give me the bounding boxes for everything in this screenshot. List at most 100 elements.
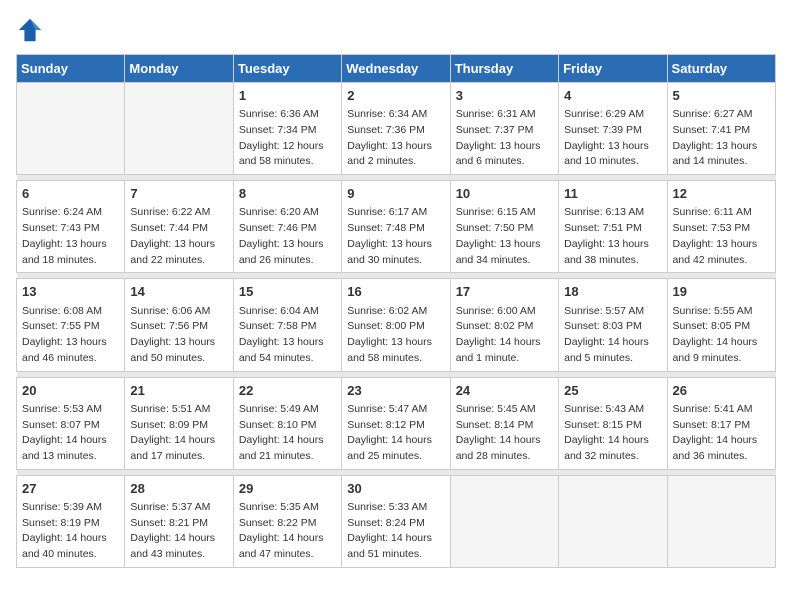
calendar-cell: 10 Sunrise: 6:15 AM Sunset: 7:50 PM Dayli… [450,181,558,273]
day-number: 20 [22,382,119,400]
day-info: Sunrise: 6:04 AM Sunset: 7:58 PM Dayligh… [239,304,336,367]
calendar-cell: 3 Sunrise: 6:31 AM Sunset: 7:37 PM Daylig… [450,83,558,175]
day-number: 15 [239,283,336,301]
day-number: 18 [564,283,661,301]
day-number: 1 [239,87,336,105]
day-info: Sunrise: 6:17 AM Sunset: 7:48 PM Dayligh… [347,205,444,268]
calendar-cell: 22 Sunrise: 5:49 AM Sunset: 8:10 PM Dayli… [233,377,341,469]
day-info: Sunrise: 6:11 AM Sunset: 7:53 PM Dayligh… [673,205,770,268]
day-number: 6 [22,185,119,203]
weekday-header-friday: Friday [559,55,667,83]
calendar-cell: 26 Sunrise: 5:41 AM Sunset: 8:17 PM Dayli… [667,377,775,469]
day-number: 16 [347,283,444,301]
day-number: 10 [456,185,553,203]
calendar-cell: 21 Sunrise: 5:51 AM Sunset: 8:09 PM Dayli… [125,377,233,469]
calendar-cell: 13 Sunrise: 6:08 AM Sunset: 7:55 PM Dayli… [17,279,125,371]
calendar-cell: 30 Sunrise: 5:33 AM Sunset: 8:24 PM Dayli… [342,475,450,567]
day-info: Sunrise: 5:53 AM Sunset: 8:07 PM Dayligh… [22,402,119,465]
day-info: Sunrise: 5:43 AM Sunset: 8:15 PM Dayligh… [564,402,661,465]
day-info: Sunrise: 6:27 AM Sunset: 7:41 PM Dayligh… [673,107,770,170]
day-number: 4 [564,87,661,105]
calendar-cell [559,475,667,567]
day-info: Sunrise: 6:34 AM Sunset: 7:36 PM Dayligh… [347,107,444,170]
day-info: Sunrise: 5:49 AM Sunset: 8:10 PM Dayligh… [239,402,336,465]
calendar-cell: 27 Sunrise: 5:39 AM Sunset: 8:19 PM Dayli… [17,475,125,567]
day-number: 29 [239,480,336,498]
calendar-cell: 20 Sunrise: 5:53 AM Sunset: 8:07 PM Dayli… [17,377,125,469]
day-info: Sunrise: 5:35 AM Sunset: 8:22 PM Dayligh… [239,500,336,563]
calendar-cell: 16 Sunrise: 6:02 AM Sunset: 8:00 PM Dayli… [342,279,450,371]
day-number: 7 [130,185,227,203]
calendar-cell: 24 Sunrise: 5:45 AM Sunset: 8:14 PM Dayli… [450,377,558,469]
day-info: Sunrise: 6:13 AM Sunset: 7:51 PM Dayligh… [564,205,661,268]
calendar-week-row: 6 Sunrise: 6:24 AM Sunset: 7:43 PM Daylig… [17,181,776,273]
day-info: Sunrise: 6:20 AM Sunset: 7:46 PM Dayligh… [239,205,336,268]
day-info: Sunrise: 5:55 AM Sunset: 8:05 PM Dayligh… [673,304,770,367]
day-info: Sunrise: 5:47 AM Sunset: 8:12 PM Dayligh… [347,402,444,465]
calendar-table: SundayMondayTuesdayWednesdayThursdayFrid… [16,54,776,568]
calendar-cell: 28Sunrise: 5:37 AM Sunset: 8:21 PM Dayli… [125,475,233,567]
calendar-cell: 8 Sunrise: 6:20 AM Sunset: 7:46 PM Daylig… [233,181,341,273]
weekday-header-sunday: Sunday [17,55,125,83]
day-number: 25 [564,382,661,400]
day-number: 2 [347,87,444,105]
calendar-cell: 7 Sunrise: 6:22 AM Sunset: 7:44 PM Daylig… [125,181,233,273]
calendar-cell [125,83,233,175]
calendar-cell: 19Sunrise: 5:55 AM Sunset: 8:05 PM Dayli… [667,279,775,371]
calendar-cell: 5Sunrise: 6:27 AM Sunset: 7:41 PM Daylig… [667,83,775,175]
weekday-header-saturday: Saturday [667,55,775,83]
day-number: 8 [239,185,336,203]
day-info: Sunrise: 5:57 AM Sunset: 8:03 PM Dayligh… [564,304,661,367]
day-info: Sunrise: 5:41 AM Sunset: 8:17 PM Dayligh… [673,402,770,465]
calendar-cell: 23Sunrise: 5:47 AM Sunset: 8:12 PM Dayli… [342,377,450,469]
day-info: Sunrise: 6:31 AM Sunset: 7:37 PM Dayligh… [456,107,553,170]
day-number: 3 [456,87,553,105]
day-number: 13 [22,283,119,301]
day-info: Sunrise: 6:02 AM Sunset: 8:00 PM Dayligh… [347,304,444,367]
calendar-cell: 9 Sunrise: 6:17 AM Sunset: 7:48 PM Daylig… [342,181,450,273]
calendar-cell: 25 Sunrise: 5:43 AM Sunset: 8:15 PM Dayli… [559,377,667,469]
day-info: Sunrise: 5:51 AM Sunset: 8:09 PM Dayligh… [130,402,227,465]
day-number: 14 [130,283,227,301]
day-number: 26 [673,382,770,400]
day-info: Sunrise: 5:33 AM Sunset: 8:24 PM Dayligh… [347,500,444,563]
calendar-cell: 2 Sunrise: 6:34 AM Sunset: 7:36 PM Daylig… [342,83,450,175]
day-info: Sunrise: 6:00 AM Sunset: 8:02 PM Dayligh… [456,304,553,367]
day-info: Sunrise: 6:15 AM Sunset: 7:50 PM Dayligh… [456,205,553,268]
calendar-cell: 12 Sunrise: 6:11 AM Sunset: 7:53 PM Dayli… [667,181,775,273]
calendar-week-row: 20 Sunrise: 5:53 AM Sunset: 8:07 PM Dayli… [17,377,776,469]
day-number: 11 [564,185,661,203]
calendar-cell [17,83,125,175]
day-info: Sunrise: 5:45 AM Sunset: 8:14 PM Dayligh… [456,402,553,465]
day-number: 9 [347,185,444,203]
day-info: Sunrise: 6:08 AM Sunset: 7:55 PM Dayligh… [22,304,119,367]
logo-icon [16,16,44,44]
calendar-week-row: 13 Sunrise: 6:08 AM Sunset: 7:55 PM Dayli… [17,279,776,371]
calendar-cell [667,475,775,567]
calendar-cell: 1Sunrise: 6:36 AM Sunset: 7:34 PM Daylig… [233,83,341,175]
calendar-cell: 15 Sunrise: 6:04 AM Sunset: 7:58 PM Dayli… [233,279,341,371]
calendar-cell: 29 Sunrise: 5:35 AM Sunset: 8:22 PM Dayli… [233,475,341,567]
day-number: 12 [673,185,770,203]
calendar-header-row: SundayMondayTuesdayWednesdayThursdayFrid… [17,55,776,83]
day-info: Sunrise: 5:39 AM Sunset: 8:19 PM Dayligh… [22,500,119,563]
day-info: Sunrise: 5:37 AM Sunset: 8:21 PM Dayligh… [130,500,227,563]
day-number: 27 [22,480,119,498]
weekday-header-monday: Monday [125,55,233,83]
weekday-header-thursday: Thursday [450,55,558,83]
calendar-cell [450,475,558,567]
day-number: 21 [130,382,227,400]
weekday-header-wednesday: Wednesday [342,55,450,83]
day-info: Sunrise: 6:22 AM Sunset: 7:44 PM Dayligh… [130,205,227,268]
day-info: Sunrise: 6:24 AM Sunset: 7:43 PM Dayligh… [22,205,119,268]
day-number: 22 [239,382,336,400]
day-number: 30 [347,480,444,498]
calendar-week-row: 1Sunrise: 6:36 AM Sunset: 7:34 PM Daylig… [17,83,776,175]
day-info: Sunrise: 6:06 AM Sunset: 7:56 PM Dayligh… [130,304,227,367]
calendar-week-row: 27 Sunrise: 5:39 AM Sunset: 8:19 PM Dayli… [17,475,776,567]
day-number: 17 [456,283,553,301]
day-number: 24 [456,382,553,400]
calendar-cell: 4Sunrise: 6:29 AM Sunset: 7:39 PM Daylig… [559,83,667,175]
calendar-cell: 18 Sunrise: 5:57 AM Sunset: 8:03 PM Dayli… [559,279,667,371]
calendar-cell: 17 Sunrise: 6:00 AM Sunset: 8:02 PM Dayli… [450,279,558,371]
